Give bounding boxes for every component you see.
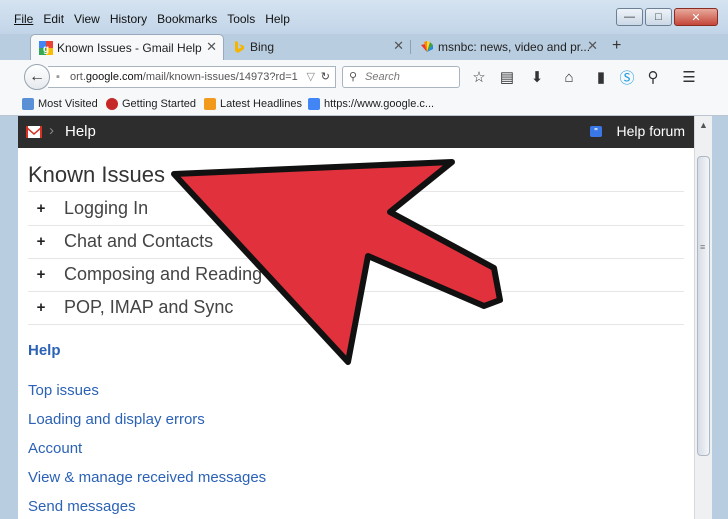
tab-title: msnbc: news, video and pr... <box>438 40 591 54</box>
search-input[interactable]: ⚲ Search <box>342 66 460 88</box>
help-link-loading-errors[interactable]: Loading and display errors <box>28 411 205 428</box>
menu-bookmarks[interactable]: Bookmarks <box>157 12 217 26</box>
menu-file[interactable]: File <box>14 12 33 26</box>
hamburger-menu-icon[interactable]: ☰ <box>680 68 698 86</box>
nbc-peacock-icon <box>421 41 433 52</box>
help-link-send-messages[interactable]: Send messages <box>28 498 136 515</box>
window-controls: — □ ✕ <box>616 8 718 26</box>
search-icon: ⚲ <box>349 71 358 83</box>
divider <box>28 324 684 325</box>
rss-icon <box>204 98 216 110</box>
menu-bar: File Edit View History Bookmarks Tools H… <box>14 12 290 26</box>
gmail-logo-icon[interactable] <box>26 126 42 138</box>
close-tab-icon[interactable]: ✕ <box>393 38 404 54</box>
page-content: Known Issues + Logging In + Chat and Con… <box>18 148 694 519</box>
bookmark-getting-started[interactable]: Getting Started <box>106 98 196 110</box>
known-issue-item[interactable]: + Logging In <box>28 192 684 225</box>
tab-bing[interactable]: Bing ✕ <box>224 34 410 60</box>
minimize-button[interactable]: — <box>616 8 643 26</box>
close-window-button[interactable]: ✕ <box>674 8 718 26</box>
lock-icon: ▪ <box>56 71 60 83</box>
expand-plus-icon[interactable]: + <box>28 266 54 283</box>
url-domain: google.com <box>85 71 143 83</box>
close-tab-icon[interactable]: ✕ <box>587 38 598 54</box>
menu-view[interactable]: View <box>74 12 100 26</box>
tab-title: Bing <box>250 40 275 54</box>
url-prefix: ort. <box>70 71 86 83</box>
maximize-button[interactable]: □ <box>645 8 672 26</box>
help-heading: Help <box>28 342 61 359</box>
home-icon[interactable]: ⌂ <box>560 68 578 86</box>
help-link-top-issues[interactable]: Top issues <box>28 382 99 399</box>
gmail-help-bar: › Help " Help forum <box>18 116 694 148</box>
known-issue-item[interactable]: + Composing and Reading Mail <box>28 258 684 291</box>
gmail-bar-section[interactable]: Help <box>65 123 96 140</box>
search-tool-icon[interactable]: ⚲ <box>644 68 662 86</box>
url-bar[interactable]: ▪ ort.google.com/mail/known-issues/14973… <box>48 66 336 88</box>
known-issue-item[interactable]: + Chat and Contacts <box>28 225 684 258</box>
search-placeholder: Search <box>365 71 400 83</box>
menu-tools[interactable]: Tools <box>227 12 255 26</box>
new-tab-button[interactable]: + <box>612 37 621 55</box>
close-tab-icon[interactable]: ✕ <box>206 39 217 55</box>
tab-separator <box>410 40 411 54</box>
expand-plus-icon[interactable]: + <box>28 299 54 316</box>
help-link-account[interactable]: Account <box>28 440 82 457</box>
bing-icon <box>235 41 244 53</box>
menu-edit[interactable]: Edit <box>43 12 64 26</box>
expand-plus-icon[interactable]: + <box>28 200 54 217</box>
scroll-up-icon[interactable]: ▲ <box>699 120 708 130</box>
back-arrow-icon: ← <box>29 68 45 85</box>
bookmark-latest-headlines[interactable]: Latest Headlines <box>204 98 302 110</box>
url-path: /mail/known-issues/14973?rd=1 <box>142 71 298 83</box>
menu-history[interactable]: History <box>110 12 147 26</box>
tab-title: Known Issues - Gmail Help <box>57 40 202 55</box>
bookmark-most-visited[interactable]: Most Visited <box>22 98 98 110</box>
menu-help[interactable]: Help <box>265 12 290 26</box>
vertical-scrollbar[interactable]: ▲ ≡ <box>694 116 712 519</box>
chevron-right-icon: › <box>49 122 54 139</box>
forum-icon: " <box>590 126 602 137</box>
bookmarks-bar: Most Visited Getting Started Latest Head… <box>0 94 728 116</box>
help-forum-link[interactable]: Help forum <box>617 123 685 139</box>
tab-msnbc[interactable]: msnbc: news, video and pr... ✕ <box>412 34 604 60</box>
google-g-icon: g <box>39 41 53 55</box>
scrollbar-thumb[interactable] <box>697 156 710 456</box>
bookmark-google[interactable]: https://www.google.c... <box>308 98 434 110</box>
navigation-bar: ▪ ort.google.com/mail/known-issues/14973… <box>0 60 728 94</box>
page-title: Known Issues <box>28 162 165 187</box>
pocket-icon[interactable]: ▮ <box>592 68 610 86</box>
tab-known-issues[interactable]: g Known Issues - Gmail Help ✕ <box>30 34 224 60</box>
bookmarks-list-icon[interactable]: ▤ <box>498 68 516 86</box>
bookmark-star-icon[interactable]: ☆ <box>470 68 488 86</box>
svg-text:g: g <box>43 44 49 55</box>
reload-icon[interactable]: ↻ <box>321 67 330 87</box>
back-button[interactable]: ← <box>24 64 50 90</box>
firefox-icon <box>106 98 118 110</box>
expand-plus-icon[interactable]: + <box>28 233 54 250</box>
known-issue-item[interactable]: + POP, IMAP and Sync <box>28 291 684 324</box>
most-visited-icon <box>22 98 34 110</box>
dropdown-icon[interactable]: ▽ <box>307 67 315 87</box>
help-link-received-messages[interactable]: View & manage received messages <box>28 469 266 486</box>
google-icon <box>308 98 320 110</box>
scroll-grip-icon: ≡ <box>700 242 706 252</box>
web-page: › Help " Help forum Known Issues + Loggi… <box>18 116 694 519</box>
skype-icon[interactable]: Ⓢ <box>618 68 636 87</box>
downloads-icon[interactable]: ⬇ <box>528 68 546 86</box>
